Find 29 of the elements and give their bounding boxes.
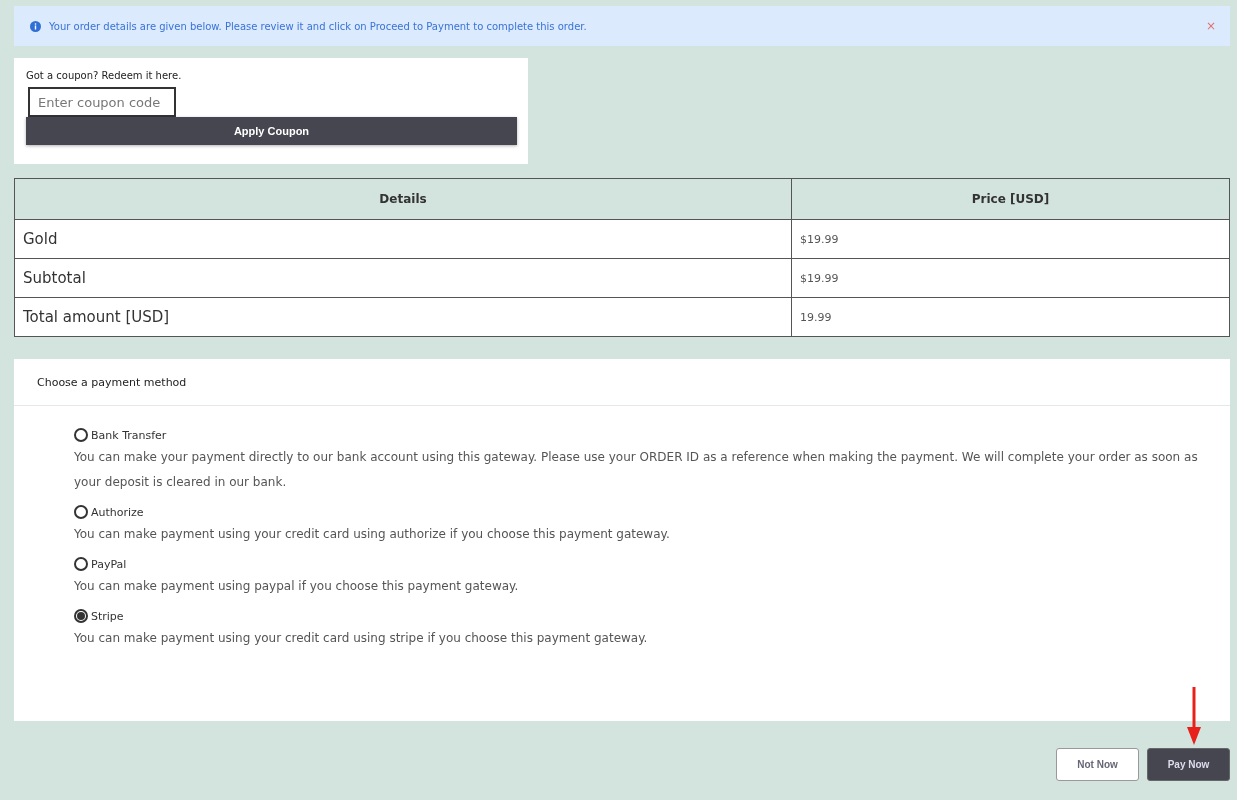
annotation-arrow — [1187, 687, 1201, 745]
radio-label[interactable]: PayPal — [91, 557, 127, 571]
radio-button[interactable] — [74, 505, 88, 519]
coupon-field[interactable]: Enter coupon code — [28, 87, 176, 117]
table-cell: Gold — [14, 219, 792, 259]
coupon-prompt: Got a coupon? Redeem it here. — [26, 70, 183, 81]
method-description: You can make your payment directly to our bank account using this gateway. Please use your ORDER ID as a reference when making the payment. We will complete your order as soon as your deposit is cleared in our bank. — [74, 449, 1199, 491]
table-cell: $19.99 — [791, 258, 1230, 298]
radio-label[interactable]: Bank Transfer — [91, 428, 167, 442]
section-title: Choose a payment method — [37, 375, 187, 389]
radio-button[interactable] — [74, 609, 88, 623]
method-description: You can make payment using your credit card using authorize if you choose this payment gateway. — [74, 526, 671, 543]
alert-message: Your order details are given below. Please review it and click on Proceed to Payment to complete this order. — [49, 20, 588, 32]
table-cell: 19.99 — [791, 297, 1230, 337]
method-description: You can make payment using your credit card using stripe if you choose this payment gateway. — [74, 630, 649, 647]
method-description: You can make payment using paypal if you choose this payment gateway. — [74, 578, 520, 595]
apply-coupon-button[interactable]: Apply Coupon — [26, 117, 517, 145]
table-cell: Total amount [USD] — [14, 297, 792, 337]
column-header: Details — [14, 178, 792, 220]
table-cell: $19.99 — [791, 219, 1230, 259]
pay-now-button[interactable]: Pay Now — [1147, 748, 1230, 781]
radio-label[interactable]: Stripe — [91, 609, 124, 623]
column-header: Price [USD] — [791, 178, 1230, 220]
radio-button[interactable] — [74, 428, 88, 442]
not-now-button[interactable]: Not Now — [1056, 748, 1139, 781]
table-cell: Subtotal — [14, 258, 792, 298]
radio-label[interactable]: Authorize — [91, 505, 144, 519]
info-icon — [30, 20, 41, 32]
radio-button[interactable] — [74, 557, 88, 571]
